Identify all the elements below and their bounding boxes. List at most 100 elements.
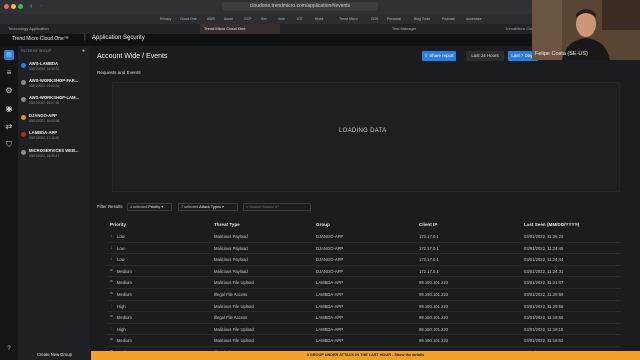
- group-name: DJANGO-APP: [29, 113, 57, 118]
- bookmark-item[interactable]: CDS: [371, 14, 378, 24]
- sync-icon[interactable]: ⇄: [4, 122, 14, 132]
- column-header-threat-type[interactable]: Threat Type: [214, 222, 240, 227]
- bookmark-item[interactable]: Trend Micro: [339, 14, 358, 24]
- table-row[interactable]: ↑ High Malicious File Upload LAMBDA-APP 99.1…: [107, 324, 621, 336]
- presenter-name: Felipe Costa (SE-US): [535, 51, 588, 57]
- shield-icon[interactable]: ⛉: [4, 140, 14, 150]
- cell-threat: Malicious Payload: [214, 245, 248, 251]
- help-icon[interactable]: ?: [4, 344, 14, 354]
- minimize-window-icon[interactable]: [11, 4, 16, 9]
- cell-group: DJANGO-APP: [316, 257, 344, 263]
- priority-filter[interactable]: 4 selected Priority ▾: [127, 203, 172, 211]
- column-header-last-seen[interactable]: Last Seen (MM/DD/YYYY): [524, 222, 579, 227]
- policy-icon[interactable]: ◉: [4, 104, 14, 114]
- group-item-microservices-web[interactable]: MICROSERVICES WEB... 03/01/2022, 16:39:4…: [20, 148, 86, 162]
- events-icon[interactable]: ▤: [4, 50, 14, 60]
- settings-icon[interactable]: ⚙: [4, 86, 14, 96]
- group-item-aws-workshop-lam[interactable]: AWS-WORKSHOP-LAM... 03/01/2022, 16:07:18: [20, 95, 86, 109]
- close-window-icon[interactable]: [4, 4, 9, 9]
- cell-threat: Malicious Payload: [214, 257, 248, 263]
- table-row[interactable]: = Medium Malicious File Upload LAMBDA-APP 99…: [107, 335, 621, 347]
- cell-seen: 03/01/2022, 11:20:58: [524, 303, 564, 309]
- bookmark-item[interactable]: AWS: [207, 14, 215, 24]
- bookmark-item[interactable]: Podcast: [442, 14, 455, 24]
- share-report-button[interactable]: ⇪ Share report: [422, 51, 456, 61]
- group-item-aws-workshop-far[interactable]: AWS-WORKSHOP-FAR... 03/01/2022, 16:02:33: [20, 78, 86, 92]
- source-ip-search[interactable]: ⌕ Search Source IP: [243, 203, 311, 211]
- section-switcher[interactable]: Application Security: [92, 35, 145, 41]
- bookmark-item[interactable]: Vuln: [278, 14, 285, 24]
- cell-group: LAMBDA-APP: [316, 292, 343, 297]
- page-title: Account Wide / Events: [97, 53, 168, 60]
- sort-icon[interactable]: ⌄: [576, 221, 580, 227]
- loading-indicator: LOADING DATA: [339, 128, 387, 134]
- cell-seen: 03/01/2022, 11:19:18: [524, 326, 564, 332]
- priority-high-icon: ↑: [110, 325, 113, 332]
- bookmark-item[interactable]: Personal: [387, 14, 401, 24]
- cell-ip: 172.17.0.1: [419, 234, 439, 239]
- maximize-window-icon[interactable]: [18, 4, 23, 9]
- column-header-group[interactable]: Group: [316, 222, 330, 227]
- list-icon[interactable]: ≡: [4, 68, 14, 78]
- cell-group: LAMBDA-APP: [316, 338, 343, 344]
- share-report-label: Share report: [429, 53, 454, 58]
- table-row[interactable]: ↓ Low Malicious Payload DJANGO-APP 172.17.0.…: [107, 231, 621, 243]
- cell-seen: 03/01/2022, 11:20:59: [524, 292, 564, 297]
- group-timestamp: 03/01/2022, 16:39:47: [29, 154, 60, 158]
- column-header-priority[interactable]: Priority: [110, 222, 126, 227]
- bookmark-item[interactable]: IOT: [297, 14, 303, 24]
- group-timestamp: 03/01/2022, 16:02:33: [29, 84, 60, 88]
- tab-technology-application[interactable]: Technology Application: [8, 24, 88, 34]
- attack-type-filter[interactable]: 7 selected Attack Types ▾: [178, 203, 238, 211]
- group-timestamp: 03/01/2022, 16:02:58: [29, 119, 60, 123]
- bookmark-item[interactable]: Sec: [261, 14, 267, 24]
- priority-filter-label: Priority: [148, 205, 161, 209]
- priority-medium-icon: =: [110, 314, 113, 321]
- bookmark-item[interactable]: Cloud One: [180, 14, 197, 24]
- cell-ip: 99.150.101.223: [419, 315, 449, 321]
- info-icon[interactable]: ●: [82, 48, 85, 54]
- tab-cloud-one-active[interactable]: Trend Micro Cloud One: [200, 24, 280, 34]
- chevron-down-icon: ▾: [221, 205, 224, 209]
- table-row[interactable]: = Medium Illegal File Access LAMBDA-APP 99.1…: [107, 289, 621, 301]
- bookmark-item[interactable]: Kiosk: [315, 14, 324, 24]
- table-row[interactable]: ↓ Low Malicious Payload DJANGO-APP 172.17.0.…: [107, 254, 621, 266]
- create-group-button[interactable]: Create New Group: [37, 352, 72, 357]
- group-timestamp: 03/01/2022, 17:12:30: [29, 136, 60, 140]
- bookmark-item[interactable]: GCP: [244, 14, 252, 24]
- group-item-aws-lambda[interactable]: AWS-LAMBDA 03/01/2022, 16:38:32: [20, 61, 86, 75]
- bookmark-item[interactable]: Blog Tools: [414, 14, 430, 24]
- address-bar[interactable]: cloudone.trendmicro.com/application#/eve…: [222, 2, 378, 11]
- chevron-down-icon[interactable]: ▾: [128, 37, 130, 42]
- cell-group: LAMBDA-APP: [316, 280, 343, 286]
- requests-chart-area: [112, 82, 620, 192]
- cell-ip: 172.17.0.1: [419, 245, 439, 251]
- spinner-icon: ⁛: [383, 128, 387, 134]
- forward-icon[interactable]: ›: [40, 2, 42, 11]
- bookmark-item[interactable]: Azure: [224, 14, 233, 24]
- group-item-lambda-app[interactable]: LAMBDA-APP 03/01/2022, 17:12:30: [20, 130, 86, 144]
- group-item-django-app[interactable]: DJANGO-APP 03/01/2022, 16:02:58: [20, 113, 86, 127]
- table-row[interactable]: ↑ High Malicious File Upload LAMBDA-APP 99.1…: [107, 301, 621, 313]
- back-icon[interactable]: ‹: [30, 2, 32, 11]
- tab-test-manager[interactable]: Test Manager: [392, 24, 452, 34]
- bookmark-item[interactable]: Accenture: [466, 14, 482, 24]
- table-row[interactable]: ↓ Low Malicious Payload DJANGO-APP 172.17.0.…: [107, 243, 621, 255]
- group-timestamp: 03/01/2022, 16:38:32: [29, 67, 60, 71]
- column-header-client-ip[interactable]: Client IP: [419, 222, 437, 227]
- group-name: LAMBDA-APP: [29, 130, 58, 135]
- table-row[interactable]: = Medium Illegal File Access LAMBDA-APP 99.1…: [107, 312, 621, 324]
- group-filter-header: FILTER BY GROUP: [21, 49, 52, 53]
- priority-medium-icon: =: [110, 267, 113, 274]
- table-row[interactable]: = Medium Malicious Payload DJANGO-APP 172.17…: [107, 266, 621, 278]
- cell-seen: 03/01/2022, 11:21:07: [524, 280, 564, 286]
- cell-group: DJANGO-APP: [316, 234, 344, 239]
- bookmark-item[interactable]: Privacy: [160, 14, 171, 24]
- priority-low-icon: ↓: [110, 244, 113, 251]
- range-24h-button[interactable]: Last 24 Hours: [466, 51, 504, 61]
- attack-alert-banner[interactable]: 3 GROUP UNDER ATTACK IN THE LAST HOUR - …: [91, 351, 640, 360]
- tab-cloud-one-second[interactable]: TrendMicro Cloud One: [505, 24, 535, 34]
- table-row[interactable]: = Medium Malicious File Upload LAMBDA-APP 99…: [107, 277, 621, 289]
- cell-threat: Malicious Payload: [214, 268, 248, 274]
- chart-heading: Requests and Events: [97, 70, 141, 75]
